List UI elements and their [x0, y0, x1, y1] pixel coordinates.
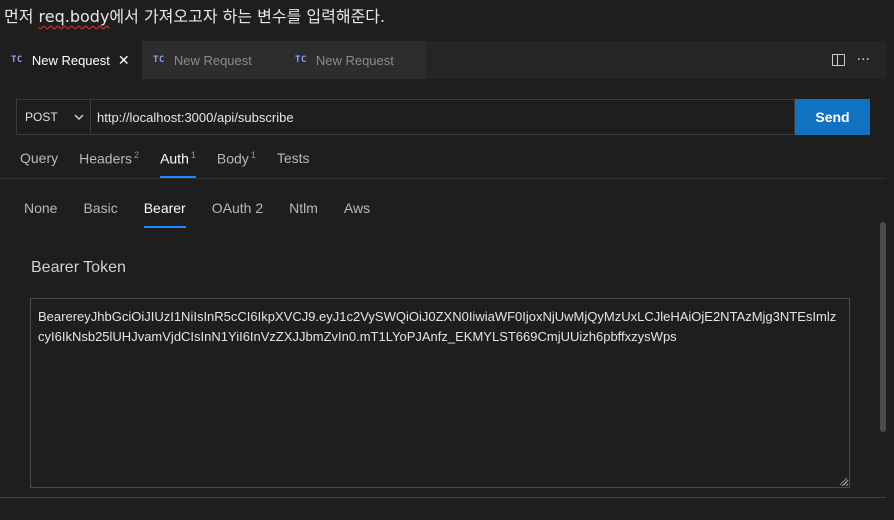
bearer-token-label: Bearer Token — [31, 259, 126, 276]
auth-tab-none[interactable]: None — [24, 200, 57, 228]
auth-count-badge: 1 — [190, 150, 196, 160]
tabs-divider — [0, 178, 886, 179]
more-actions-icon[interactable]: ··· — [857, 52, 870, 68]
editor-tab-bar: TC New Request ✕ TC New Request TC New R… — [0, 41, 886, 79]
auth-tab-ntlm[interactable]: Ntlm — [289, 200, 318, 228]
tab-auth[interactable]: Auth 1 — [160, 150, 196, 178]
caption-text: 먼저 req.body에서 가져오고자 하는 변수를 입력해준다. — [0, 0, 894, 40]
tab-headers[interactable]: Headers 2 — [79, 150, 139, 178]
tab-actions: ··· — [831, 41, 886, 79]
request-tabs: Query Headers 2 Auth 1 Body 1 Tests — [20, 150, 331, 178]
response-pane-edge — [0, 498, 886, 520]
thunder-client-icon: TC — [153, 55, 165, 65]
tab-label: New Request — [31, 52, 110, 68]
tab-body[interactable]: Body 1 — [217, 150, 256, 178]
tab-query[interactable]: Query — [20, 150, 58, 178]
auth-tab-basic[interactable]: Basic — [83, 200, 117, 228]
url-input[interactable] — [90, 99, 795, 135]
request-url-row: POST Send — [16, 99, 870, 135]
tab-label: New Request — [315, 52, 394, 68]
method-select[interactable]: POST — [16, 99, 90, 135]
split-editor-icon[interactable] — [831, 54, 845, 66]
tab-new-request-2[interactable]: TC New Request — [142, 41, 284, 79]
auth-tab-bearer[interactable]: Bearer — [143, 200, 186, 228]
headers-count-badge: 2 — [134, 150, 140, 160]
caption-suffix: 에서 가져오고자 하는 변수를 입력해준다. — [109, 7, 386, 26]
method-value: POST — [25, 110, 58, 124]
tab-new-request-3[interactable]: TC New Request — [284, 41, 426, 79]
auth-tab-aws[interactable]: Aws — [344, 200, 370, 228]
tab-new-request-1[interactable]: TC New Request ✕ — [0, 41, 142, 79]
bearer-token-input[interactable]: BearereyJhbGciOiJIUzI1NiIsInR5cCI6IkpXVC… — [30, 298, 850, 488]
chevron-down-icon — [74, 114, 84, 120]
caption-highlight: req.body — [38, 7, 110, 26]
auth-tab-oauth2[interactable]: OAuth 2 — [212, 200, 263, 228]
tab-label: New Request — [173, 52, 252, 68]
resize-handle-icon[interactable] — [839, 477, 848, 486]
auth-type-tabs: None Basic Bearer OAuth 2 Ntlm Aws — [24, 200, 396, 228]
vertical-scrollbar[interactable] — [880, 222, 886, 432]
body-count-badge: 1 — [250, 150, 256, 160]
tab-tests[interactable]: Tests — [277, 150, 310, 178]
thunder-client-icon: TC — [11, 55, 23, 65]
close-icon[interactable]: ✕ — [118, 52, 130, 69]
send-button[interactable]: Send — [795, 99, 870, 135]
thunder-client-icon: TC — [295, 55, 307, 65]
caption-prefix: 먼저 — [4, 7, 39, 26]
